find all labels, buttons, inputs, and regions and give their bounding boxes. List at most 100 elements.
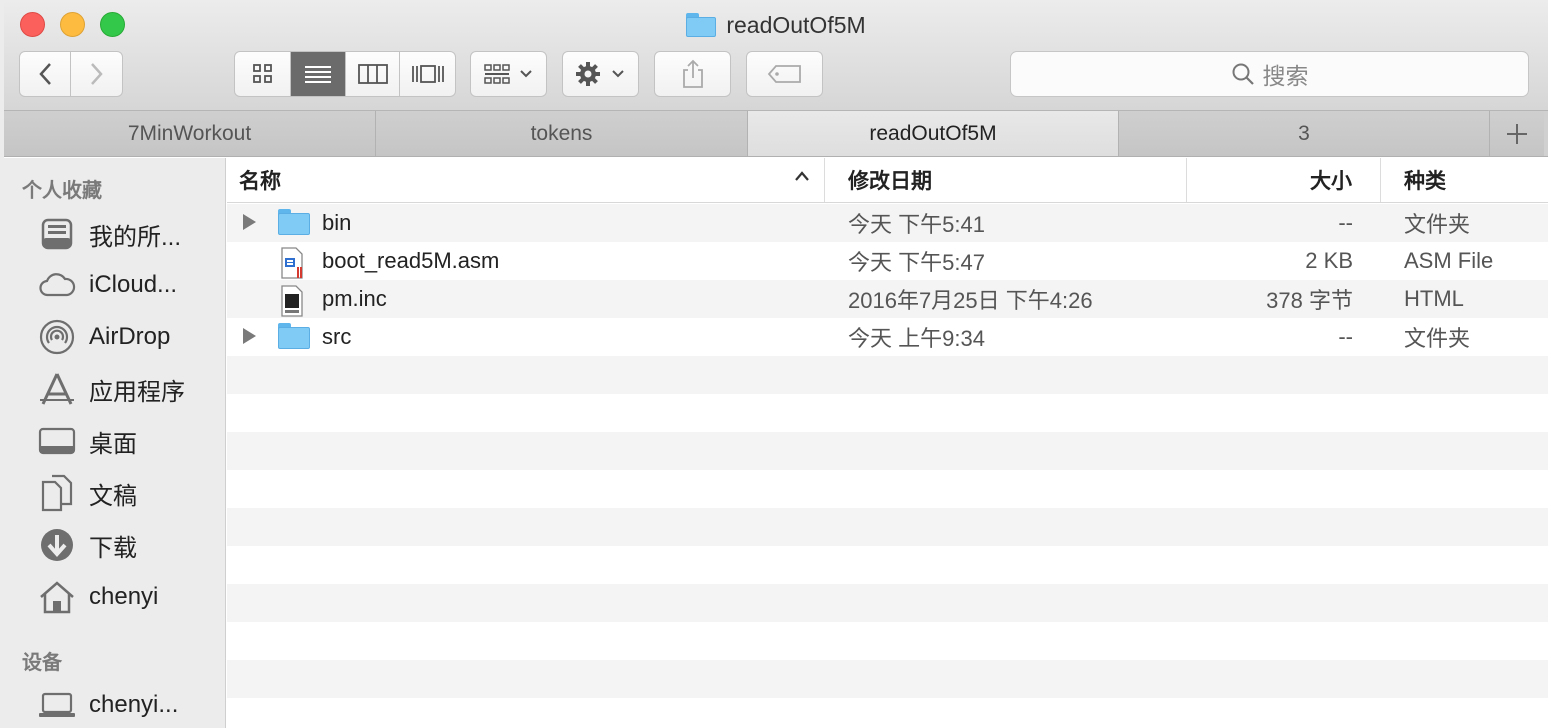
file-kind: HTML [1404, 286, 1464, 311]
sidebar-item-home[interactable]: chenyi [4, 572, 226, 622]
table-row[interactable]: pm.inc 2016年7月25日 下午4:26 378 字节 HTML [227, 280, 1548, 318]
gear-icon [575, 62, 624, 86]
action-button[interactable] [562, 51, 639, 97]
cover-flow-icon [411, 65, 444, 83]
documents-icon [37, 473, 77, 513]
sidebar-item-label: iCloud... [89, 271, 178, 298]
column-header-label: 种类 [1404, 169, 1446, 193]
finder-window: readOutOf5M 搜索 7MinWorkout tokens readOu… [4, 0, 1548, 728]
sidebar: 个人收藏 我的所... iCloud... AirDrop 应用程序 桌面 文稿… [4, 158, 226, 728]
icloud-icon [37, 265, 77, 305]
sidebar-item-applications[interactable]: 应用程序 [4, 364, 226, 414]
title-bar: readOutOf5M 搜索 [4, 0, 1548, 111]
empty-row [227, 660, 1548, 698]
share-button[interactable] [654, 51, 731, 97]
tab-label: readOutOf5M [869, 121, 997, 145]
downloads-icon [37, 525, 77, 565]
column-header-kind[interactable]: 种类 [1381, 158, 1548, 202]
arrange-button[interactable] [470, 51, 547, 97]
sidebar-item-label: AirDrop [89, 323, 171, 350]
sidebar-item-downloads[interactable]: 下载 [4, 520, 226, 570]
tags-button[interactable] [746, 51, 823, 97]
favorites-header: 个人收藏 [22, 178, 102, 202]
tag-icon [767, 65, 801, 83]
file-kind: 文件夹 [1404, 212, 1471, 237]
empty-row [227, 546, 1548, 584]
column-header-name[interactable]: 名称 [227, 158, 825, 202]
tab-tokens[interactable]: tokens [376, 111, 748, 156]
share-icon [682, 59, 703, 88]
empty-row [227, 432, 1548, 470]
column-header-size[interactable]: 大小 [1187, 158, 1381, 202]
folder-icon [686, 13, 717, 37]
desktop-icon [37, 421, 77, 461]
sidebar-item-device[interactable]: chenyi... [4, 680, 226, 728]
file-size: 378 字节 [1266, 288, 1353, 313]
forward-button[interactable] [71, 52, 122, 96]
empty-row [227, 470, 1548, 508]
file-name: boot_read5M.asm [322, 248, 500, 273]
applications-icon [37, 369, 77, 409]
tab-label: 3 [1298, 121, 1310, 145]
search-placeholder: 搜索 [1262, 64, 1309, 90]
cover-flow-button[interactable] [400, 52, 455, 96]
plus-icon [1507, 123, 1527, 144]
sidebar-item-icloud[interactable]: iCloud... [4, 260, 226, 310]
sidebar-item-label: 下载 [89, 534, 137, 562]
tab-readoutof5m[interactable]: readOutOf5M [748, 111, 1119, 156]
window-title-text: readOutOf5M [726, 11, 866, 38]
table-row[interactable]: bin 今天 下午5:41 -- 文件夹 [227, 204, 1548, 242]
chevron-right-icon [90, 63, 103, 85]
folder-icon [278, 209, 310, 237]
file-size: -- [1338, 324, 1353, 349]
search-field[interactable]: 搜索 [1010, 51, 1529, 97]
html-file-icon [278, 285, 310, 317]
list-rows: bin 今天 下午5:41 -- 文件夹 boot_read5M.asm 今天 … [227, 204, 1548, 728]
file-date: 今天 上午9:34 [848, 326, 985, 351]
file-kind: ASM File [1404, 248, 1494, 273]
column-view-button[interactable] [346, 52, 400, 96]
devices-header: 设备 [22, 650, 62, 674]
sidebar-item-documents[interactable]: 文稿 [4, 468, 226, 518]
file-date: 2016年7月25日 下午4:26 [848, 288, 1093, 313]
nav-buttons [19, 51, 123, 97]
disclosure-triangle-icon[interactable] [243, 328, 256, 344]
empty-row [227, 622, 1548, 660]
list-view-button[interactable] [291, 52, 346, 96]
file-size: 2 KB [1305, 248, 1353, 273]
sidebar-item-all-my-files[interactable]: 我的所... [4, 209, 226, 259]
file-kind: 文件夹 [1404, 326, 1471, 351]
tab-label: tokens [530, 121, 593, 145]
sidebar-item-label: 我的所... [89, 223, 182, 251]
tab-label: 7MinWorkout [127, 121, 252, 145]
tab-3[interactable]: 3 [1119, 111, 1490, 156]
icon-view-button[interactable] [235, 52, 291, 96]
tab-bar: 7MinWorkout tokens readOutOf5M 3 [4, 111, 1548, 157]
table-row[interactable]: src 今天 上午9:34 -- 文件夹 [227, 318, 1548, 356]
disclosure-triangle-icon[interactable] [243, 214, 256, 230]
chevron-left-icon [39, 63, 51, 85]
column-header-label: 修改日期 [848, 169, 932, 193]
back-button[interactable] [20, 52, 72, 96]
sidebar-item-desktop[interactable]: 桌面 [4, 416, 226, 466]
tab-7minworkout[interactable]: 7MinWorkout [4, 111, 376, 156]
list-header: 名称 修改日期 大小 种类 [227, 158, 1548, 203]
window-title: readOutOf5M [4, 10, 1548, 40]
table-row[interactable]: boot_read5M.asm 今天 下午5:47 2 KB ASM File [227, 242, 1548, 280]
file-name: bin [322, 210, 352, 235]
file-name: src [322, 324, 352, 349]
new-tab-button[interactable] [1490, 111, 1544, 156]
list-icon [305, 66, 331, 83]
folder-icon [278, 323, 310, 351]
empty-row [227, 394, 1548, 432]
empty-row [227, 698, 1548, 728]
file-size: -- [1338, 210, 1353, 235]
file-date: 今天 下午5:47 [848, 250, 985, 275]
sidebar-item-label: 桌面 [89, 430, 137, 458]
sidebar-item-airdrop[interactable]: AirDrop [4, 312, 226, 362]
airdrop-icon [37, 317, 77, 357]
file-date: 今天 下午5:41 [848, 212, 985, 237]
grid-icon [252, 64, 272, 83]
column-header-date[interactable]: 修改日期 [825, 158, 1187, 202]
home-icon [37, 577, 77, 617]
